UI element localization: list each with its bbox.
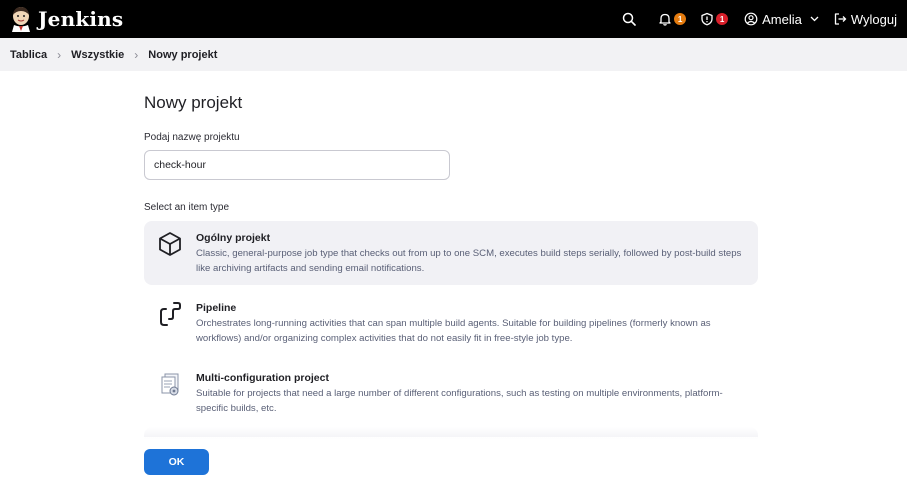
- breadcrumb-item-new-project[interactable]: Nowy projekt: [148, 49, 217, 61]
- user-name: Amelia: [762, 11, 802, 27]
- logout-label: Wyloguj: [850, 11, 897, 27]
- app-name: Jenkins: [38, 7, 124, 31]
- chevron-down-icon: [810, 16, 819, 22]
- security-badge: 1: [716, 13, 729, 25]
- breadcrumb-item-all[interactable]: Wszystkie: [71, 49, 124, 61]
- jenkins-logo[interactable]: Jenkins: [10, 0, 123, 38]
- item-type-title: Multi-configuration project: [196, 372, 329, 384]
- page-title: Nowy projekt: [144, 93, 243, 112]
- jenkins-butler-icon: [12, 7, 30, 32]
- ok-button[interactable]: OK: [144, 449, 209, 475]
- item-type-label: Select an item type: [144, 202, 230, 213]
- search-icon: [622, 12, 636, 26]
- item-type-pipeline[interactable]: Pipeline Orchestrates long-running activ…: [144, 291, 758, 355]
- item-type-description: Orchestrates long-running activities tha…: [196, 318, 711, 344]
- item-type-multi-configuration[interactable]: Multi-configuration project Suitable for…: [144, 361, 758, 425]
- top-bar: Jenkins 1 1 Amelia Wyloguj: [0, 0, 907, 38]
- security-button[interactable]: 1: [700, 12, 729, 26]
- shield-icon: [701, 12, 713, 26]
- notifications-button[interactable]: 1: [658, 12, 687, 26]
- package-icon: [159, 232, 181, 256]
- project-name-input[interactable]: [144, 150, 450, 180]
- breadcrumb-item-dashboard[interactable]: Tablica: [10, 49, 47, 61]
- multi-config-icon: [161, 373, 179, 396]
- user-icon: [744, 12, 758, 26]
- breadcrumb: Tablica › Wszystkie › Nowy projekt: [0, 38, 907, 71]
- logout-icon: [834, 13, 847, 25]
- item-type-title: Ogólny projekt: [196, 232, 271, 244]
- notifications-badge: 1: [674, 13, 687, 25]
- search-button[interactable]: [622, 12, 636, 26]
- item-type-title: Pipeline: [196, 302, 237, 314]
- logout-button[interactable]: Wyloguj: [833, 12, 897, 27]
- chevron-right-icon: ›: [134, 47, 139, 62]
- item-type-freestyle[interactable]: Ogólny projekt Classic, general-purpose …: [144, 221, 758, 285]
- bottom-action-bar: [0, 437, 907, 483]
- pipeline-icon: [160, 302, 181, 326]
- item-type-description: Classic, general-purpose job type that c…: [196, 248, 742, 274]
- project-name-label: Podaj nazwę projektu: [144, 132, 240, 143]
- chevron-right-icon: ›: [57, 47, 62, 62]
- item-type-description: Suitable for projects that need a large …: [196, 388, 723, 414]
- bell-icon: [659, 13, 671, 26]
- top-actions: 1 1 Amelia Wyloguj: [608, 0, 897, 38]
- user-menu[interactable]: Amelia: [744, 12, 819, 27]
